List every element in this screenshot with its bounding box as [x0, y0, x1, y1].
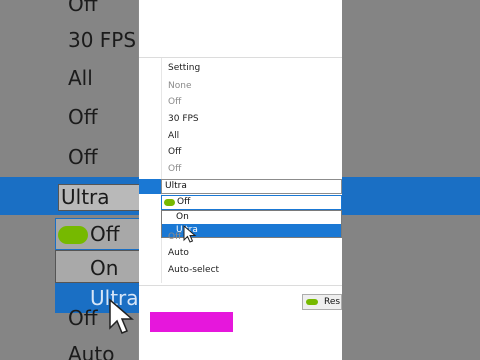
mouse-pointer-icon — [109, 298, 135, 334]
setting-value-row[interactable]: 30 FPS — [168, 114, 199, 124]
magenta-overlay-block — [150, 312, 233, 332]
background-item: Ultra — [61, 185, 110, 209]
divider — [161, 58, 162, 283]
setting-dropdown[interactable]: Off — [161, 195, 342, 210]
dropdown-option-label: On — [176, 212, 189, 222]
restore-button-label: Res — [324, 297, 341, 307]
setting-value-row[interactable]: Auto — [168, 248, 189, 258]
background-item: Off — [68, 306, 98, 330]
selected-setting-value[interactable]: Ultra — [161, 179, 342, 194]
restore-button[interactable]: Res — [302, 294, 342, 310]
settings-panel: Setting None Off 30 FPS All Off Off Ultr… — [139, 0, 342, 360]
background-item: Auto — [68, 342, 115, 360]
background-item: Off — [68, 105, 98, 129]
column-header-setting: Setting — [168, 63, 201, 73]
setting-value-row[interactable]: Auto-select — [168, 265, 219, 275]
divider — [139, 285, 342, 286]
background-item: All — [68, 66, 93, 90]
setting-value-row[interactable]: Off — [168, 97, 181, 107]
background-item: On — [90, 256, 119, 280]
background-selected-band-right — [342, 177, 480, 215]
background-item: Off — [68, 0, 98, 16]
nvidia-icon — [58, 226, 88, 244]
background-item: Off — [90, 222, 120, 246]
selected-setting-row[interactable]: Ultra — [139, 179, 342, 194]
setting-value-row[interactable]: All — [168, 131, 179, 141]
setting-value-row[interactable]: None — [168, 81, 191, 91]
dropdown-option-on[interactable]: On — [162, 211, 341, 224]
selected-setting-text: Ultra — [165, 181, 187, 191]
background-item: Off — [68, 145, 98, 169]
mouse-pointer-icon — [183, 225, 197, 243]
nvidia-icon — [164, 199, 175, 206]
dropdown-current-value: Off — [177, 197, 191, 207]
setting-value-row[interactable]: Off — [168, 232, 181, 242]
setting-value-row[interactable]: Off — [168, 147, 181, 157]
nvidia-icon — [306, 299, 318, 305]
background-item: 30 FPS — [68, 28, 137, 52]
divider — [139, 57, 342, 58]
setting-value-row[interactable]: Off — [168, 164, 181, 174]
